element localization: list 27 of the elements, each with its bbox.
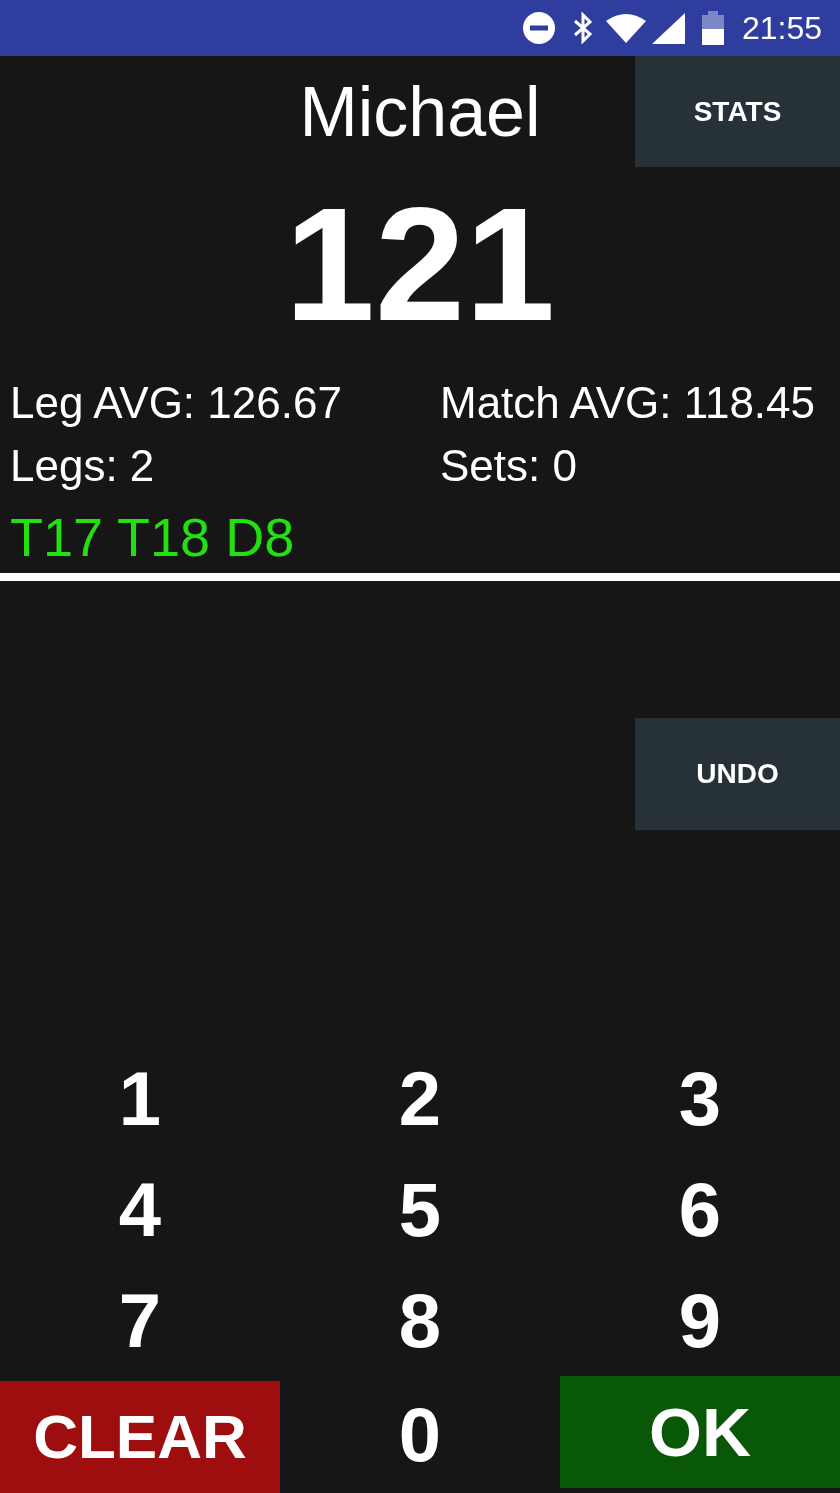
clock-time: 21:55 — [741, 12, 822, 44]
clear-button[interactable]: CLEAR — [0, 1381, 280, 1493]
keypad-key[interactable]: 1 — [0, 1043, 280, 1154]
stats-button[interactable]: STATS — [635, 56, 840, 167]
keypad-key[interactable]: 0 — [280, 1376, 560, 1493]
do-not-disturb-icon — [522, 12, 555, 44]
keypad-key[interactable]: 9 — [560, 1265, 840, 1376]
undo-button[interactable]: UNDO — [635, 718, 840, 830]
stat-text: Leg AVG: 126.67 — [10, 377, 343, 429]
stat-text: Match AVG: 118.45 — [440, 377, 817, 429]
keypad-key[interactable]: 3 — [560, 1043, 840, 1154]
stat-text: Sets: 0 — [440, 440, 578, 492]
signal-icon — [651, 12, 685, 44]
ok-button[interactable]: OK — [560, 1376, 840, 1488]
keypad-key[interactable]: 2 — [280, 1043, 560, 1154]
stat-text: Legs: 2 — [10, 440, 156, 492]
score-value: 121 — [284, 183, 556, 345]
checkout-hint: T17 T18 D8 — [10, 507, 295, 567]
battery-icon — [701, 11, 724, 45]
wifi-icon — [605, 13, 646, 43]
keypad-key[interactable]: 6 — [560, 1154, 840, 1265]
keypad-key[interactable]: 4 — [0, 1154, 280, 1265]
player-name: Michael — [299, 76, 541, 147]
keypad-key[interactable]: 5 — [280, 1154, 560, 1265]
keypad-key[interactable]: 8 — [280, 1265, 560, 1376]
bluetooth-icon — [571, 12, 594, 44]
keypad-key[interactable]: 7 — [0, 1265, 280, 1376]
